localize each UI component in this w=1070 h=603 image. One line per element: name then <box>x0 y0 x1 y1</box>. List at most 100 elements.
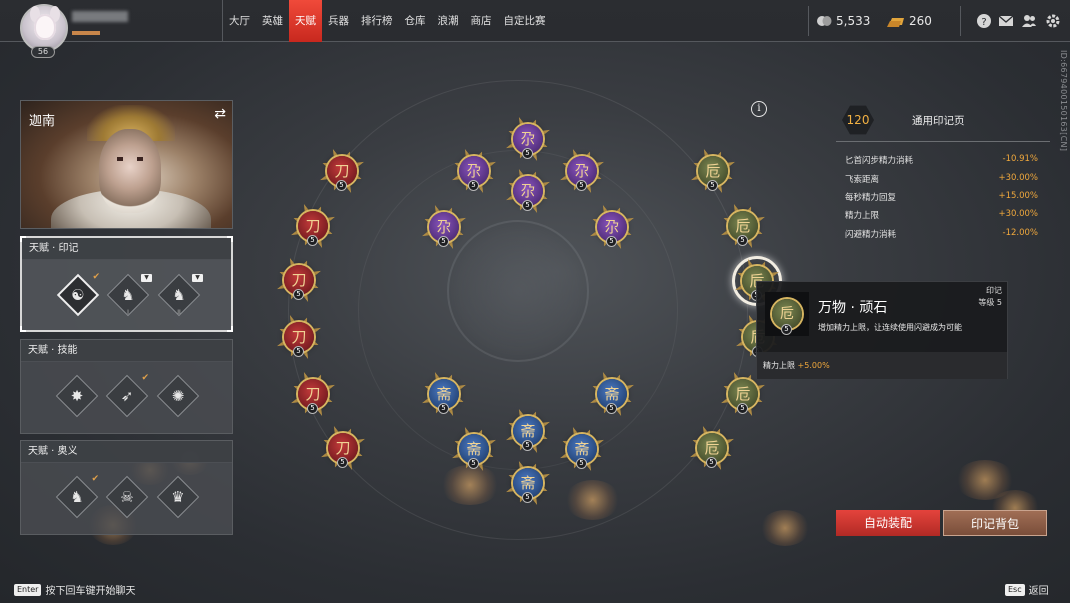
nav-tide[interactable]: 浪潮 <box>432 0 465 42</box>
talent-panel-mark[interactable]: 天赋 · 印记 ☯ ✔ ♞ ▼ I ♞ ▼ II <box>20 236 233 332</box>
gold-currency: 260 <box>887 0 932 42</box>
talent-node-blue[interactable]: 斋5 <box>423 373 465 415</box>
node-level: 5 <box>576 180 587 191</box>
talent-node-blue[interactable]: 斋5 <box>561 428 603 470</box>
talent-node-purple[interactable]: 尕5 <box>423 206 465 248</box>
node-level: 5 <box>522 200 533 211</box>
nav-storage[interactable]: 仓库 <box>399 0 432 42</box>
back-label: 返回 <box>1028 586 1049 597</box>
svg-text:?: ? <box>981 17 986 28</box>
talent-points: 120 <box>842 104 874 136</box>
nav-shop[interactable]: 商店 <box>465 0 498 42</box>
talent-node-green[interactable]: 卮5 <box>722 205 764 247</box>
equipped-check-icon: ✔ <box>92 272 100 282</box>
mark-slot-1[interactable]: ☯ ✔ <box>56 272 100 317</box>
talent-node-purple[interactable]: 尕5 <box>453 150 495 192</box>
tooltip-stat-value: +5.00% <box>797 361 830 370</box>
node-level: 5 <box>737 403 748 414</box>
mark-page-title[interactable]: 通用印记页 <box>912 113 965 128</box>
player-level-badge: 56 <box>31 46 55 58</box>
stat-value: +30.00% <box>998 173 1038 183</box>
hero-portrait <box>99 129 161 213</box>
node-level: 5 <box>706 457 717 468</box>
node-level: 5 <box>336 180 347 191</box>
nav-heroes[interactable]: 英雄 <box>256 0 289 42</box>
talent-node-red[interactable]: 刀5 <box>292 373 334 415</box>
hero-name: 迦南 <box>29 114 56 129</box>
mark-slot-3[interactable]: ♞ ▼ II <box>157 273 203 317</box>
stat-row: 闪避精力消耗 -12.00% <box>845 228 1038 240</box>
divider <box>960 6 961 36</box>
nav-lobby[interactable]: 大厅 <box>223 0 256 42</box>
stats-divider <box>836 141 1050 142</box>
stat-label: 每秒精力回复 <box>845 193 897 203</box>
talent-node-purple[interactable]: 尕5 <box>561 150 603 192</box>
talent-node-red[interactable]: 刀5 <box>292 205 334 247</box>
node-level: 5 <box>522 440 533 451</box>
lotus-emblem <box>447 220 589 362</box>
talent-node-purple[interactable]: 尕5 <box>507 170 549 212</box>
silver-amount: 5,533 <box>836 14 871 28</box>
talent-node-blue[interactable]: 斋5 <box>507 462 549 504</box>
nav-weapons[interactable]: 兵器 <box>322 0 355 42</box>
mark-slot-2[interactable]: ♞ ▼ I <box>106 273 152 317</box>
ultimate-slot-2[interactable]: ☠ <box>105 475 149 519</box>
info-icon[interactable]: i <box>751 101 767 117</box>
talent-node-green[interactable]: 卮5 <box>691 427 733 469</box>
player-uid: ID:667940015016​3[CN] <box>1059 50 1068 152</box>
node-level: 5 <box>293 346 304 357</box>
node-level: 5 <box>468 458 479 469</box>
talent-node-green[interactable]: 卮5 <box>692 150 734 192</box>
auto-equip-button[interactable]: 自动装配 <box>836 510 940 536</box>
talent-panel-ultimate[interactable]: 天赋 · 奥义 ♞ ✔ ☠ ♛ <box>20 440 233 535</box>
ultimate-slot-3[interactable]: ♛ <box>156 475 200 519</box>
slot-roman-numeral: I <box>127 309 129 316</box>
node-level: 5 <box>522 492 533 503</box>
ultimate-slot-1[interactable]: ♞ ✔ <box>55 474 99 519</box>
mail-icon[interactable] <box>998 13 1014 29</box>
stat-label: 匕首闪步精力消耗 <box>845 156 914 166</box>
player-avatar[interactable] <box>20 4 68 52</box>
node-level: 5 <box>293 289 304 300</box>
help-icon[interactable]: ? <box>976 13 992 29</box>
nav-custom-match[interactable]: 自定比赛 <box>498 0 552 42</box>
talent-node-purple[interactable]: 尕5 <box>591 206 633 248</box>
talent-node-blue[interactable]: 斋5 <box>453 428 495 470</box>
hero-eyes <box>117 157 143 161</box>
talent-node-red[interactable]: 刀5 <box>278 259 320 301</box>
player-name-blurred <box>72 11 128 22</box>
nav-talent[interactable]: 天赋 <box>289 0 322 42</box>
hero-card[interactable]: 迦南 ⇄ <box>20 100 233 229</box>
tooltip-mark-description: 增加精力上限，让连续使用闪避成为可能 <box>818 323 962 332</box>
node-level: 5 <box>468 180 479 191</box>
swap-icon[interactable]: ⇄ <box>214 106 226 122</box>
stat-label: 闪避精力消耗 <box>845 230 897 240</box>
node-level: 5 <box>438 403 449 414</box>
equipped-check-icon: ✔ <box>141 373 149 383</box>
mark-bag-button[interactable]: 印记背包 <box>943 510 1047 536</box>
settings-icon[interactable] <box>1045 13 1061 29</box>
beast-icon: ✸ <box>70 387 84 405</box>
node-level: 5 <box>522 148 533 159</box>
panel-corner <box>20 236 26 242</box>
mark-tooltip: 卮 5 万物 · 顽石 印记 等级 5 增加精力上限，让连续使用闪避成为可能 精… <box>756 281 1008 379</box>
nav-leaderboard[interactable]: 排行榜 <box>355 0 399 42</box>
talent-panel-skill[interactable]: 天赋 · 技能 ✸ ➶ ✔ ✺ <box>20 339 233 434</box>
talent-node-red[interactable]: 刀5 <box>278 316 320 358</box>
skill-slot-1[interactable]: ✸ <box>55 374 99 418</box>
skill-slot-2[interactable]: ➶ ✔ <box>105 373 149 418</box>
tooltip-mark-type: 印记 <box>986 286 1002 295</box>
back-hint[interactable]: Esc 返回 <box>1005 582 1049 597</box>
talent-node-red[interactable]: 刀5 <box>322 427 364 469</box>
talent-node-blue[interactable]: 斋5 <box>591 373 633 415</box>
talent-node-purple[interactable]: 尕5 <box>507 118 549 160</box>
chat-hint[interactable]: Enter 按下回车键开始聊天 <box>14 582 135 597</box>
friends-icon[interactable] <box>1021 13 1037 29</box>
equipped-check-icon: ✔ <box>91 474 99 484</box>
tooltip-mark-level-text: 等级 5 <box>978 298 1002 307</box>
talent-node-red[interactable]: 刀5 <box>321 150 363 192</box>
talent-node-green[interactable]: 卮5 <box>722 373 764 415</box>
talent-node-blue[interactable]: 斋5 <box>507 410 549 452</box>
skill-slot-3[interactable]: ✺ <box>156 374 200 418</box>
talent-points-value: 120 <box>846 113 870 127</box>
